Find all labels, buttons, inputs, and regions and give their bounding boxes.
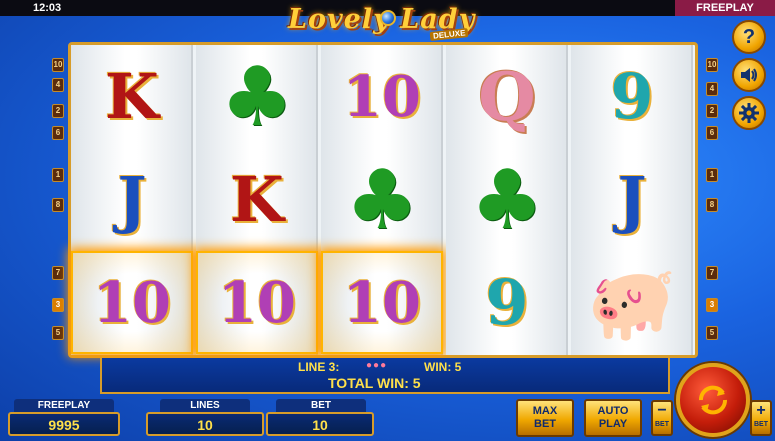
symbol-q: Q — [478, 57, 536, 136]
bet-plus-label: BET — [754, 421, 768, 428]
auto-play-button[interactable]: AUTO PLAY — [584, 399, 642, 437]
bet-value[interactable]: 10 — [266, 412, 374, 436]
max-bet-button[interactable]: MAX BET — [516, 399, 574, 437]
total-win: TOTAL WIN: 5 — [328, 375, 421, 391]
reel-cell: J — [571, 148, 693, 251]
payline-marker-right-7: 7 — [706, 266, 718, 280]
bet-minus-button[interactable]: − BET — [651, 400, 673, 436]
symbol-clover: ♣ — [345, 151, 419, 248]
clock: 12:03 — [33, 2, 62, 14]
reel-cell: 10 — [196, 251, 318, 354]
help-button[interactable]: ? — [732, 20, 766, 54]
symbol-pig: 🐖 — [587, 259, 677, 345]
game-logo: Lovely Lady DELUXE — [280, 2, 500, 46]
reel-cell: 9 — [446, 251, 568, 354]
reel-cell: ♣ — [196, 45, 318, 148]
payline-marker-right-10: 10 — [706, 58, 718, 72]
payline-marker-left-2: 2 — [52, 104, 64, 118]
win-line-label: LINE 3: — [298, 360, 340, 374]
reels-area: K J 10 ♣ K 10 10 ♣ 10 Q ♣ 9 9 J 🐖 — [68, 42, 698, 358]
auto-play-line1: AUTO — [597, 405, 629, 417]
lines-label: LINES — [160, 399, 250, 412]
reel-cell: 10 — [71, 251, 193, 354]
payline-marker-left-5: 5 — [52, 326, 64, 340]
max-bet-line1: MAX — [532, 405, 558, 417]
payline-marker-right-5: 5 — [706, 326, 718, 340]
spin-button[interactable] — [676, 363, 750, 437]
payline-marker-left-10: 10 — [52, 58, 64, 72]
auto-play-line2: PLAY — [598, 418, 628, 430]
spin-arrows-icon — [698, 385, 728, 415]
symbol-clover: ♣ — [220, 48, 294, 145]
line-win-amount: WIN: 5 — [424, 360, 462, 374]
lines-value[interactable]: 10 — [146, 412, 264, 436]
payline-marker-right-1: 1 — [706, 168, 718, 182]
reel-cell: 9 — [571, 45, 693, 148]
bet-minus-label: BET — [655, 421, 669, 428]
symbol-k: K — [105, 59, 159, 133]
payline-marker-left-7: 7 — [52, 266, 64, 280]
payline-marker-left-6: 6 — [52, 126, 64, 140]
payline-marker-right-8: 8 — [706, 198, 718, 212]
win-panel: LINE 3: ●●● WIN: 5 TOTAL WIN: 5 — [100, 358, 670, 394]
reel-3: 10 ♣ 10 — [321, 45, 443, 355]
payline-marker-right-4: 4 — [706, 82, 718, 96]
symbol-k: K — [230, 162, 284, 236]
payline-marker-right-3: 3 — [706, 298, 718, 312]
question-icon: ? — [742, 25, 756, 48]
symbol-j: J — [617, 162, 647, 236]
symbol-clover: ♣ — [470, 151, 544, 248]
reel-cell: K — [71, 45, 193, 148]
speaker-icon — [741, 68, 757, 82]
bet-label: BET — [276, 399, 366, 412]
symbol-10: 10 — [343, 63, 421, 130]
reel-cell: K — [196, 148, 318, 251]
win-line-symbols: ●●● — [366, 360, 388, 371]
symbol-10: 10 — [93, 269, 171, 336]
bet-plus-button[interactable]: + BET — [750, 400, 772, 436]
max-bet-line2: BET — [534, 418, 556, 430]
gear-icon — [739, 103, 759, 123]
reel-cell: 🐖 — [571, 251, 693, 354]
symbol-10: 10 — [218, 269, 296, 336]
reel-4: Q ♣ 9 — [446, 45, 568, 355]
reel-cell: ♣ — [446, 148, 568, 251]
symbol-9: 9 — [485, 265, 529, 339]
payline-marker-left-3: 3 — [52, 298, 64, 312]
symbol-10: 10 — [343, 269, 421, 336]
plus-icon: + — [756, 402, 766, 419]
reel-cell: 10 — [321, 45, 443, 148]
reel-1: K J 10 — [71, 45, 193, 355]
sound-button[interactable] — [732, 58, 766, 92]
payline-marker-left-1: 1 — [52, 168, 64, 182]
payline-marker-left-4: 4 — [52, 78, 64, 92]
reel-cell: J — [71, 148, 193, 251]
reel-cell: 10 — [321, 251, 443, 354]
payline-marker-left-8: 8 — [52, 198, 64, 212]
reel-2: ♣ K 10 — [196, 45, 318, 355]
symbol-9: 9 — [610, 59, 654, 133]
freeplay-balance: 9995 — [8, 412, 120, 436]
payline-marker-right-2: 2 — [706, 104, 718, 118]
reel-cell: Q — [446, 45, 568, 148]
logo-gem-icon — [380, 10, 396, 26]
freeplay-label: FREEPLAY — [14, 399, 114, 412]
settings-button[interactable] — [732, 96, 766, 130]
symbol-j: J — [117, 162, 147, 236]
mode-badge: FREEPLAY — [675, 0, 775, 16]
minus-icon: − — [657, 402, 667, 419]
reel-cell: ♣ — [321, 148, 443, 251]
reel-5: 9 J 🐖 — [571, 45, 693, 355]
payline-marker-right-6: 6 — [706, 126, 718, 140]
